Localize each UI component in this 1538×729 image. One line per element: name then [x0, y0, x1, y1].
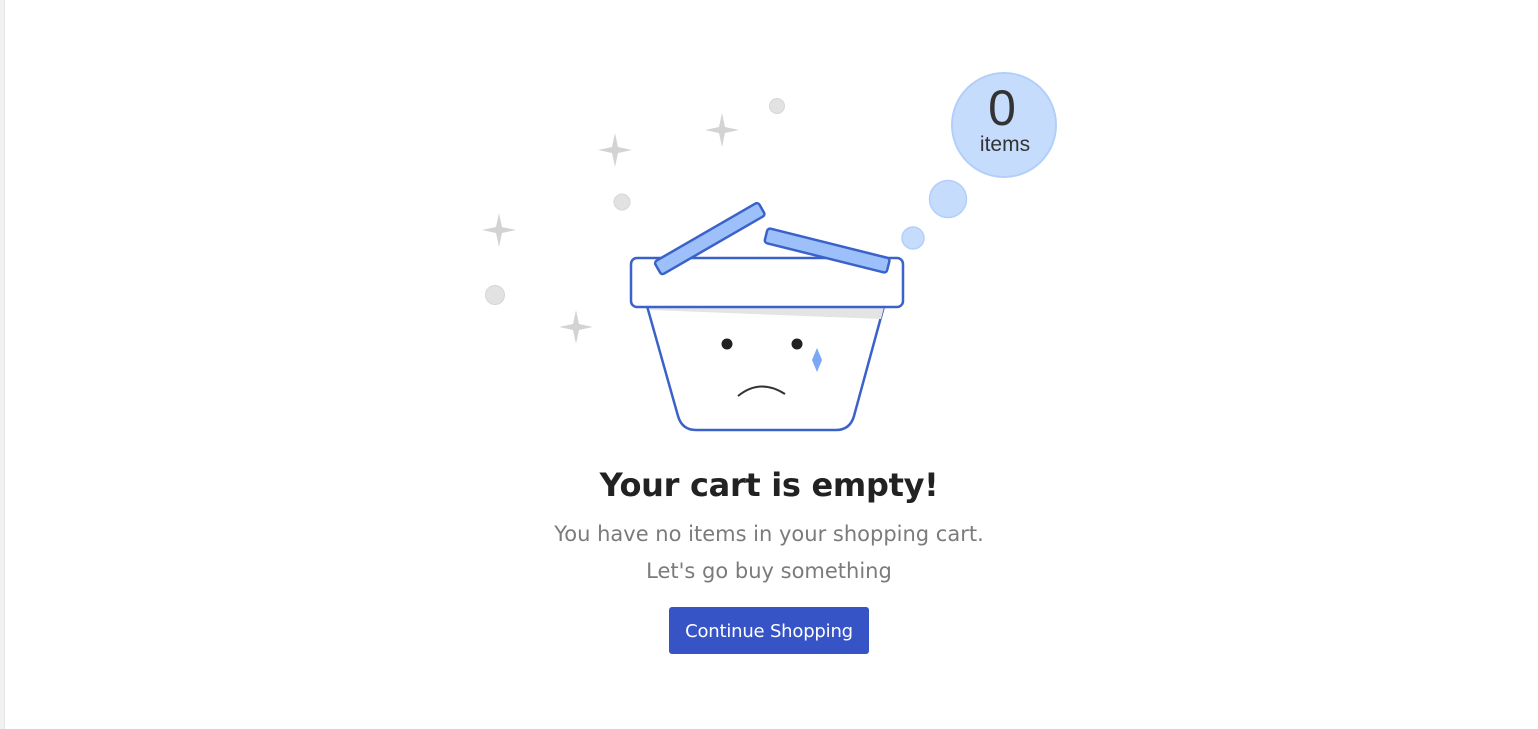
empty-cart-message: Your cart is empty! You have no items in…	[0, 462, 1538, 654]
empty-cart-description: You have no items in your shopping cart.…	[0, 516, 1538, 590]
empty-cart-title: Your cart is empty!	[599, 466, 939, 504]
continue-shopping-button[interactable]: Continue Shopping	[669, 607, 869, 654]
item-count-label: items	[980, 133, 1030, 156]
empty-cart-page: 0 items Your cart is empty! You have no …	[0, 0, 1538, 729]
description-line-2: Let's go buy something	[646, 559, 892, 583]
empty-cart-illustration: 0 items	[470, 60, 1070, 450]
description-line-1: You have no items in your shopping cart.	[554, 522, 984, 546]
item-count: 0	[988, 80, 1016, 136]
thought-bubble-icon: 0 items	[901, 72, 1057, 250]
basket-icon	[629, 201, 905, 432]
sad-basket-icon: 0 items	[482, 72, 1057, 432]
